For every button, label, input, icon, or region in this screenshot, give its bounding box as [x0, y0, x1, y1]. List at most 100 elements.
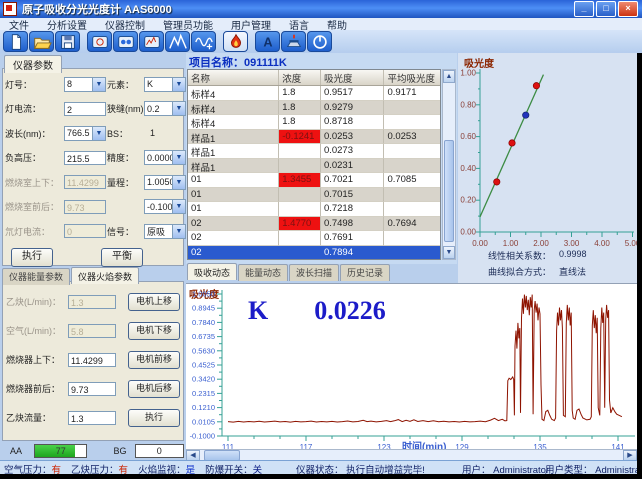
- svg-text:1.00: 1.00: [460, 69, 476, 78]
- motor-button[interactable]: 电机后移: [128, 380, 180, 398]
- table-row[interactable]: 样品10.0273: [188, 144, 440, 159]
- table-row[interactable]: 010.7015: [188, 188, 440, 203]
- tab-instrument-params[interactable]: 仪器参数: [4, 55, 62, 73]
- parameter-value: -0.1000: [145, 202, 172, 212]
- scroll-down-arrow[interactable]: ▼: [443, 246, 455, 259]
- column-header: 名称: [188, 70, 279, 85]
- chevron-down-icon[interactable]: ▼: [172, 78, 185, 91]
- dynamic-panel-tabs: 吸收动态能量动态波长扫描历史记录: [187, 264, 391, 281]
- svg-text:0.5630: 0.5630: [192, 346, 215, 355]
- parameter-label: 信号：: [107, 225, 143, 238]
- energy-icon[interactable]: [139, 31, 164, 52]
- parameter-dropdown[interactable]: 8▼: [64, 77, 106, 92]
- table-row[interactable]: 标样41.80.9279: [188, 101, 440, 116]
- parameter-row: 灯号：8▼元素：K▼: [3, 72, 183, 97]
- chevron-down-icon[interactable]: ▼: [172, 102, 185, 115]
- flame-param-row: 燃烧器上下：11.4299电机前移: [3, 345, 183, 374]
- motor-button[interactable]: 执行: [128, 409, 180, 427]
- table-row[interactable]: 010.7218: [188, 202, 440, 217]
- parameter-label: 氘灯电流：: [5, 225, 63, 238]
- tab-dynamic-view[interactable]: 能量动态: [238, 264, 288, 281]
- cell-name: 02: [188, 231, 279, 246]
- cell-average-absorbance: 0.7694: [384, 217, 440, 232]
- flame-param-field[interactable]: 9.73: [68, 382, 116, 396]
- results-table: 名称浓度吸光度平均吸光度 标样41.80.95170.9171标样41.80.9…: [187, 69, 441, 260]
- chevron-down-icon[interactable]: ▼: [172, 176, 185, 189]
- table-row[interactable]: 标样41.80.8718: [188, 115, 440, 130]
- scroll-thumb[interactable]: [444, 140, 454, 242]
- svg-text:3.00: 3.00: [564, 239, 580, 248]
- flame-param-label: 空气(L/min)：: [6, 324, 66, 337]
- chevron-down-icon[interactable]: ▼: [172, 200, 185, 213]
- tab-flame-panel[interactable]: 仪器能量参数: [2, 268, 70, 285]
- motor-button[interactable]: 电机前移: [128, 351, 180, 369]
- motor-button[interactable]: 电机下移: [128, 322, 180, 340]
- parameter-value: 1.0050: [145, 177, 172, 187]
- balance-button[interactable]: 平衡: [101, 248, 143, 267]
- tab-dynamic-view[interactable]: 波长扫描: [289, 264, 339, 281]
- parameter-dropdown[interactable]: 766.5▼: [64, 126, 106, 141]
- svg-text:A: A: [263, 34, 272, 49]
- parameter-dropdown[interactable]: 0.2▼: [144, 101, 186, 116]
- fit-method-value: 直线法: [559, 265, 586, 278]
- new-file-icon[interactable]: [3, 31, 28, 52]
- table-row[interactable]: 样品1-0.12410.02530.0253: [188, 130, 440, 145]
- cell-concentration: [279, 231, 321, 246]
- chevron-down-icon[interactable]: ▼: [92, 127, 105, 140]
- parameter-dropdown[interactable]: 1.0050▼: [144, 175, 186, 190]
- table-row[interactable]: 样品10.0231: [188, 159, 440, 174]
- chevron-down-icon[interactable]: ▼: [172, 225, 185, 238]
- peak-search-icon[interactable]: [165, 31, 190, 52]
- motor-button[interactable]: 电机上移: [128, 293, 180, 311]
- absorbance-trace-chart: 1.00500.89450.78400.67350.56300.45250.34…: [186, 284, 637, 449]
- close-button[interactable]: ×: [618, 1, 638, 17]
- flame-icon[interactable]: [223, 31, 248, 52]
- save-icon[interactable]: [55, 31, 80, 52]
- table-row[interactable]: 标样41.80.95170.9171: [188, 86, 440, 101]
- minimize-button[interactable]: _: [574, 1, 594, 17]
- desktop-edge-bottom: [0, 474, 642, 479]
- maximize-button[interactable]: □: [596, 1, 616, 17]
- parameter-value: K: [145, 79, 172, 89]
- flame-param-field[interactable]: 1.3: [68, 411, 116, 425]
- table-row[interactable]: 021.47700.74980.7694: [188, 217, 440, 232]
- parameter-label: 波长(nm)：: [5, 127, 63, 140]
- wavelength-scan-icon[interactable]: [191, 31, 216, 52]
- table-row[interactable]: 020.7691: [188, 231, 440, 246]
- tab-dynamic-view[interactable]: 吸收动态: [187, 263, 237, 280]
- client-area: 仪器参数 灯号：8▼元素：K▼灯电流：2狭缝(nm)：0.2▼波长(nm)：76…: [0, 53, 637, 460]
- cell-concentration: 1.8: [279, 115, 321, 130]
- parameter-field[interactable]: 215.5: [64, 151, 106, 165]
- app-icon: [3, 2, 17, 16]
- absorbance-icon[interactable]: A: [255, 31, 280, 52]
- svg-text:0.0105: 0.0105: [192, 417, 215, 426]
- svg-text:0.2315: 0.2315: [192, 389, 215, 398]
- open-folder-icon[interactable]: [29, 31, 54, 52]
- flame-param-row: 乙炔流量：1.3执行: [3, 403, 183, 432]
- hollow-lamp-icon[interactable]: [113, 31, 138, 52]
- scroll-up-arrow[interactable]: ▲: [443, 70, 455, 83]
- flame-param-field[interactable]: 11.4299: [68, 353, 116, 367]
- element-lamp-icon[interactable]: [87, 31, 112, 52]
- svg-text:5.00: 5.00: [625, 239, 637, 248]
- tab-dynamic-view[interactable]: 历史记录: [340, 264, 390, 281]
- title-bar: 原子吸收分光光度计 AAS6000 _ □ ×: [0, 0, 642, 18]
- parameter-field[interactable]: 2: [64, 102, 106, 116]
- cell-concentration: [279, 188, 321, 203]
- table-row[interactable]: 020.7894: [188, 246, 440, 261]
- parameter-dropdown[interactable]: -0.1000▼: [144, 199, 186, 214]
- parameter-dropdown[interactable]: 0.0000▼: [144, 150, 186, 165]
- parameter-dropdown[interactable]: 原吸▼: [144, 224, 186, 239]
- burner-icon[interactable]: [281, 31, 306, 52]
- parameter-value: 0.2: [145, 104, 172, 114]
- chevron-down-icon[interactable]: ▼: [172, 151, 185, 164]
- parameter-dropdown[interactable]: K▼: [144, 77, 186, 92]
- cell-absorbance: 0.7894: [321, 246, 385, 261]
- execute-button[interactable]: 执行: [11, 248, 53, 267]
- table-vertical-scrollbar[interactable]: ▲ ▼: [442, 69, 456, 260]
- table-row[interactable]: 011.34550.70210.7085: [188, 173, 440, 188]
- parameter-label: 量程：: [107, 176, 143, 189]
- power-icon[interactable]: [307, 31, 332, 52]
- tab-flame-panel[interactable]: 仪器火焰参数: [71, 267, 139, 284]
- chevron-down-icon[interactable]: ▼: [92, 78, 105, 91]
